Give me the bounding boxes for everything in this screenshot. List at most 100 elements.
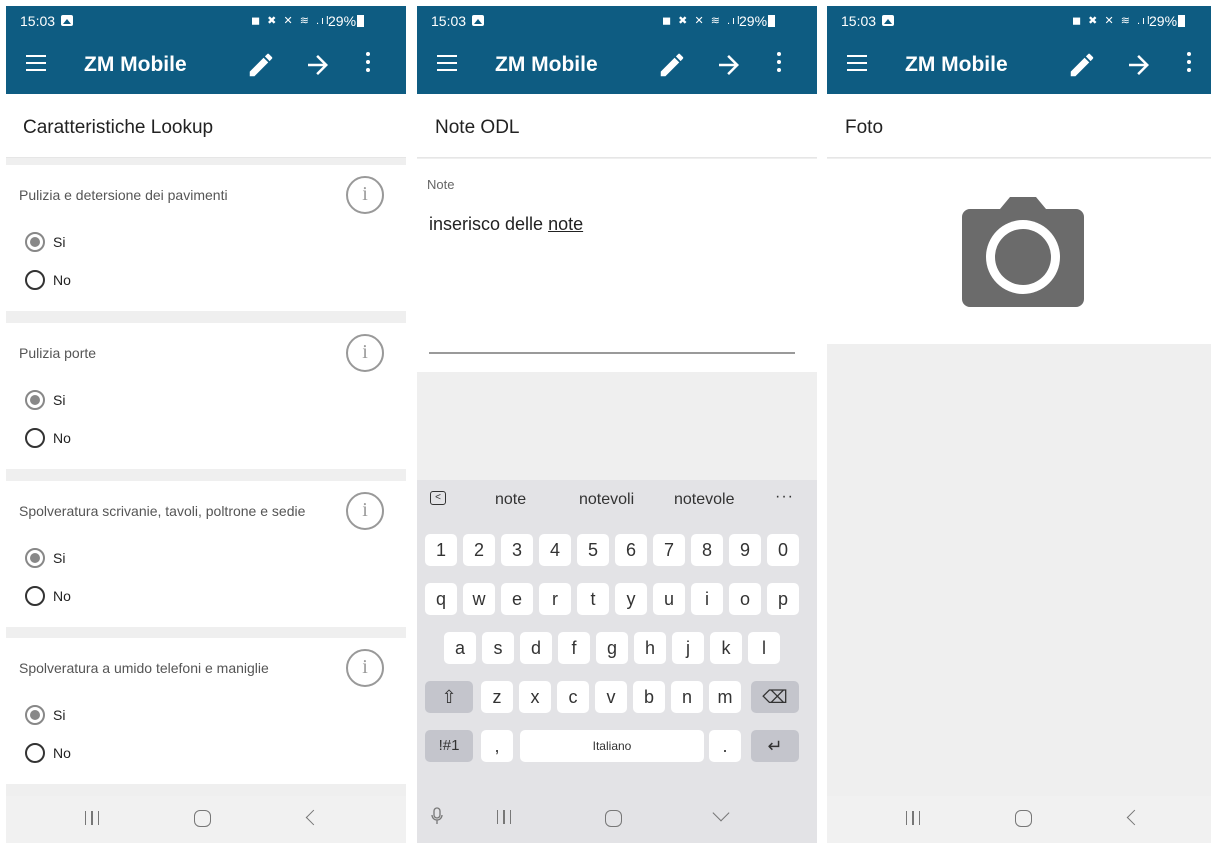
key[interactable]: 2 (463, 534, 495, 566)
key[interactable]: f (558, 632, 590, 664)
radio-checked-icon[interactable] (25, 705, 45, 725)
notes-field-value[interactable]: inserisco delle note (429, 214, 583, 235)
radio-checked-icon[interactable] (25, 390, 45, 410)
key[interactable]: 6 (615, 534, 647, 566)
key[interactable]: 0 (767, 534, 799, 566)
key[interactable]: 4 (539, 534, 571, 566)
radio-unchecked-icon[interactable] (25, 428, 45, 448)
radio-option-si[interactable]: Si (25, 230, 65, 254)
period-key[interactable]: . (709, 730, 741, 762)
key[interactable]: n (671, 681, 703, 713)
suggestion-item[interactable]: notevoli (579, 491, 634, 509)
enter-key[interactable]: ↵ (751, 730, 799, 762)
key[interactable]: z (481, 681, 513, 713)
battery-indicator: 29% (1149, 13, 1186, 29)
key[interactable]: d (520, 632, 552, 664)
photo-area (827, 159, 1211, 344)
key[interactable]: v (595, 681, 627, 713)
shift-key[interactable]: ⇧ (425, 681, 473, 713)
key[interactable]: 3 (501, 534, 533, 566)
back-icon[interactable] (1126, 809, 1143, 826)
comma-key[interactable]: , (481, 730, 513, 762)
home-icon[interactable] (605, 810, 622, 827)
suggestion-item[interactable]: note (495, 491, 526, 509)
key[interactable]: 1 (425, 534, 457, 566)
pencil-icon[interactable] (657, 50, 687, 80)
key[interactable]: i (691, 583, 723, 615)
key[interactable]: a (444, 632, 476, 664)
radio-option-no[interactable]: No (25, 741, 71, 765)
info-icon[interactable]: i (346, 176, 384, 214)
info-icon[interactable]: i (346, 334, 384, 372)
radio-unchecked-icon[interactable] (25, 586, 45, 606)
radio-unchecked-icon[interactable] (25, 270, 45, 290)
key[interactable]: o (729, 583, 761, 615)
status-time: 15:03 (20, 13, 56, 29)
key[interactable]: p (767, 583, 799, 615)
radio-option-si[interactable]: Si (25, 388, 65, 412)
more-vert-icon[interactable] (777, 52, 783, 76)
recent-apps-icon[interactable] (906, 811, 920, 825)
key[interactable]: q (425, 583, 457, 615)
arrow-right-icon[interactable] (1124, 50, 1154, 80)
status-bar: 15:03 ◼ ✖ ✕ ≋ .ıl 29% (827, 6, 1211, 36)
info-icon[interactable]: i (346, 492, 384, 530)
symbols-key[interactable]: !#1 (425, 730, 473, 762)
menu-icon[interactable] (437, 55, 457, 71)
key[interactable]: 9 (729, 534, 761, 566)
info-icon[interactable]: i (346, 649, 384, 687)
pencil-icon[interactable] (1067, 50, 1097, 80)
menu-icon[interactable] (26, 55, 46, 71)
back-icon[interactable] (305, 809, 322, 826)
radio-option-no[interactable]: No (25, 584, 71, 608)
radio-option-no[interactable]: No (25, 268, 71, 292)
key[interactable]: s (482, 632, 514, 664)
space-key[interactable]: Italiano (520, 730, 704, 762)
suggestion-item[interactable]: notevole (674, 491, 735, 509)
key[interactable]: c (557, 681, 589, 713)
microphone-icon[interactable] (431, 807, 443, 825)
pencil-icon[interactable] (246, 50, 276, 80)
key[interactable]: 7 (653, 534, 685, 566)
more-vert-icon[interactable] (366, 52, 372, 76)
collapse-toolbar-icon[interactable]: < (430, 491, 446, 505)
radio-checked-icon[interactable] (25, 232, 45, 252)
key[interactable]: w (463, 583, 495, 615)
more-suggestions-icon[interactable]: ··· (775, 488, 794, 506)
arrow-right-icon[interactable] (303, 50, 333, 80)
key[interactable]: j (672, 632, 704, 664)
camera-icon[interactable] (962, 197, 1084, 307)
notes-field[interactable]: Note inserisco delle note (417, 159, 817, 372)
radio-option-si[interactable]: Si (25, 546, 65, 570)
key[interactable]: h (634, 632, 666, 664)
key[interactable]: u (653, 583, 685, 615)
key[interactable]: t (577, 583, 609, 615)
key[interactable]: l (748, 632, 780, 664)
arrow-right-icon[interactable] (714, 50, 744, 80)
radio-option-no[interactable]: No (25, 426, 71, 450)
page-title: Note ODL (417, 94, 817, 158)
recent-apps-icon[interactable] (85, 811, 99, 825)
home-icon[interactable] (194, 810, 211, 827)
more-vert-icon[interactable] (1187, 52, 1193, 76)
key[interactable]: g (596, 632, 628, 664)
key[interactable]: 8 (691, 534, 723, 566)
system-nav-bar (6, 796, 406, 843)
key[interactable]: 5 (577, 534, 609, 566)
suggestion-bar: < note notevoli notevole ··· (417, 480, 817, 518)
recent-apps-icon[interactable] (497, 810, 511, 824)
key[interactable]: e (501, 583, 533, 615)
radio-option-si[interactable]: Si (25, 703, 65, 727)
home-icon[interactable] (1015, 810, 1032, 827)
radio-unchecked-icon[interactable] (25, 743, 45, 763)
key[interactable]: x (519, 681, 551, 713)
hide-keyboard-icon[interactable] (712, 804, 730, 822)
radio-checked-icon[interactable] (25, 548, 45, 568)
key[interactable]: m (709, 681, 741, 713)
key[interactable]: k (710, 632, 742, 664)
key[interactable]: y (615, 583, 647, 615)
key[interactable]: r (539, 583, 571, 615)
menu-icon[interactable] (847, 55, 867, 71)
key[interactable]: b (633, 681, 665, 713)
backspace-key[interactable]: ⌫ (751, 681, 799, 713)
